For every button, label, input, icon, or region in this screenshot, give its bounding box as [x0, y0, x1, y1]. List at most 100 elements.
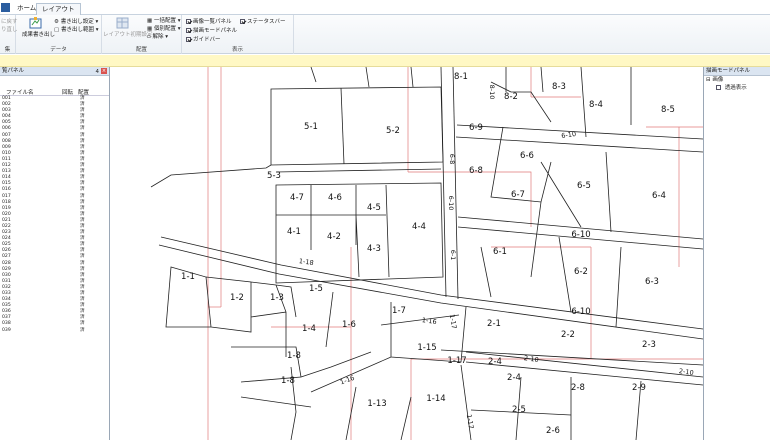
- parcel-label: 2-2: [561, 330, 575, 340]
- draw-mode-panel: 描画モードパネル ⊟ 画像 透過表示: [703, 67, 770, 440]
- placed-cell: 済: [80, 126, 85, 132]
- pin-icon[interactable]: 4: [96, 68, 100, 77]
- chevron-down-icon: ▾: [95, 27, 99, 33]
- parcel-label: 8-5: [661, 105, 675, 115]
- parcel-divider: [480, 81, 622, 328]
- file-name-cell: 031: [2, 278, 11, 284]
- ribbon-group-data: 成果書き出し ⚙ 書き出し設定 ▾ ▢ 書き出し範囲 ▾ データ: [16, 15, 102, 54]
- column-header-rotation[interactable]: 回転: [62, 88, 73, 96]
- placed-cell: 済: [80, 205, 85, 211]
- chevron-down-icon: ▾: [165, 34, 169, 40]
- parcel-label: 4-7: [290, 193, 304, 203]
- parcel-label: 4-2: [327, 232, 341, 242]
- parcel-label: 8-1: [454, 72, 468, 82]
- parcel-label: 4-5: [367, 203, 381, 213]
- parcel-labels: 8-1 8-2 8-3 8-4 8-5 5-1 5-2 6-9 6-10 6-6 6-8 5-3 4-7…: [181, 72, 694, 436]
- parcel-label: 2-9: [632, 383, 646, 393]
- export-result-button[interactable]: 成果書き出し: [22, 30, 55, 38]
- layout-init-button[interactable]: レイアウト初期設定: [103, 30, 153, 38]
- close-icon[interactable]: ×: [101, 68, 107, 74]
- export-range-button[interactable]: ▢ 書き出し範囲 ▾: [54, 25, 98, 33]
- parcel-label: 6-5: [577, 181, 591, 191]
- tree-node-image-label: 画像: [712, 77, 724, 83]
- parcel-label: 8-3: [552, 82, 566, 92]
- file-name-cell: 032: [2, 284, 11, 290]
- draw-mode-panel-header: 描画モードパネル: [704, 67, 770, 76]
- column-header-filename[interactable]: ファイル名: [6, 88, 34, 96]
- file-name-cell: 020: [2, 211, 11, 217]
- tree-node-transparency[interactable]: 透過表示: [704, 84, 770, 92]
- placed-cell: 済: [80, 217, 85, 223]
- status-bar-label: ステータスバー: [247, 19, 286, 25]
- placed-cell: 済: [80, 327, 85, 333]
- app-window: ホーム レイアウト に戻す り直し 集 成果書き出し ⚙ 書き出し設定 ▾ ▢ …: [0, 0, 770, 440]
- release-icon: ▫: [147, 34, 151, 40]
- placed-cell: 済: [80, 321, 85, 327]
- placed-cell: 済: [80, 284, 85, 290]
- app-menu-icon[interactable]: [1, 3, 10, 12]
- parcel-label: 6-2: [574, 267, 588, 277]
- checkbox-icon[interactable]: [716, 85, 721, 90]
- parcel-label: 1-13: [367, 399, 386, 409]
- toggle-image-list-panel[interactable]: 画像一覧パネル: [186, 17, 232, 25]
- chevron-down-icon: ▾: [177, 26, 181, 32]
- toggle-guide-bar[interactable]: ガイドバー: [186, 35, 221, 43]
- parcel-divider: [150, 164, 272, 188]
- parcel-label: 1-2: [230, 293, 244, 303]
- export-settings-button[interactable]: ⚙ 書き出し設定 ▾: [54, 17, 98, 25]
- parcel-label: 1-17: [465, 414, 475, 430]
- transparency-label: 透過表示: [724, 85, 747, 91]
- placed-cell: 済: [80, 132, 85, 138]
- column-header-placed[interactable]: 配置: [78, 88, 89, 96]
- file-name-cell: 028: [2, 260, 11, 266]
- parcel-label: 6-3: [645, 277, 659, 287]
- ribbon-tabbar: ホーム レイアウト: [0, 0, 770, 15]
- placed-cell: 済: [80, 150, 85, 156]
- export-icon: [29, 17, 42, 29]
- draw-mode-panel-label: 描画モードパネル: [193, 28, 238, 34]
- parcel-label: 8-2: [504, 92, 518, 102]
- single-place-button[interactable]: ▦ 個別配置 ▾: [147, 24, 180, 32]
- parcel-outline: [270, 86, 444, 166]
- map-canvas[interactable]: 8-1 8-2 8-3 8-4 8-5 5-1 5-2 6-9 6-10 6-6 6-8 5-3 4-7…: [111, 67, 703, 440]
- file-name-cell: 016: [2, 187, 11, 193]
- toggle-status-bar[interactable]: ステータスバー: [240, 17, 286, 25]
- parcel-label: 5-3: [267, 171, 281, 181]
- parcel-label: 1-7: [392, 306, 406, 316]
- parcel-label: 1-5: [309, 284, 323, 294]
- guide-bar-label: ガイドバー: [193, 37, 221, 43]
- export-range-label: 書き出し範囲: [60, 27, 94, 33]
- tree-collapse-icon[interactable]: ⊟: [706, 77, 711, 83]
- release-label: 解除: [152, 34, 164, 40]
- parcel-divider: [440, 349, 703, 440]
- parcel-label: 1-4: [302, 324, 316, 334]
- parcel-label: 6-10: [571, 307, 590, 317]
- parcel-label: 4-1: [287, 227, 301, 237]
- parcel-label: 6-8: [448, 154, 456, 165]
- bulk-place-button[interactable]: ▦ 一括配置 ▾: [147, 16, 180, 24]
- parcel-label: 4-3: [367, 244, 381, 254]
- parcel-label: 2-3: [642, 340, 656, 350]
- parcel-label: 2-6: [546, 426, 560, 436]
- table-row[interactable]: 039 済: [0, 328, 109, 334]
- parcel-label: 5-1: [304, 122, 318, 132]
- release-button[interactable]: ▫ 解除 ▾: [147, 32, 168, 40]
- parcel-label: 6-10: [561, 130, 577, 140]
- image-list-panel-header: 覧パネル 4 ×: [0, 67, 109, 76]
- file-name-cell: 030: [2, 272, 11, 278]
- guide-bar: [0, 55, 770, 67]
- tab-layout[interactable]: レイアウト: [36, 3, 81, 15]
- ribbon-group-display: 画像一覧パネル ステータスバー 描画モードパネル ガイドバー 表示: [182, 15, 294, 54]
- placed-cell: 済: [80, 260, 85, 266]
- group-label-layout: 配置: [135, 47, 147, 53]
- file-name-cell: 008: [2, 138, 11, 144]
- file-name-cell: 006: [2, 126, 11, 132]
- group-label-edit: 集: [4, 47, 11, 53]
- image-list-panel-title: 覧パネル: [2, 68, 25, 74]
- parcel-label: 2-5: [512, 405, 526, 415]
- parcel-label: 1-16: [421, 316, 437, 326]
- file-name-cell: 007: [2, 132, 11, 138]
- toggle-draw-mode-panel[interactable]: 描画モードパネル: [186, 26, 237, 34]
- parcel-map[interactable]: 8-1 8-2 8-3 8-4 8-5 5-1 5-2 6-9 6-10 6-6 6-8 5-3 4-7…: [111, 67, 703, 440]
- tree-node-image[interactable]: ⊟ 画像: [704, 76, 770, 84]
